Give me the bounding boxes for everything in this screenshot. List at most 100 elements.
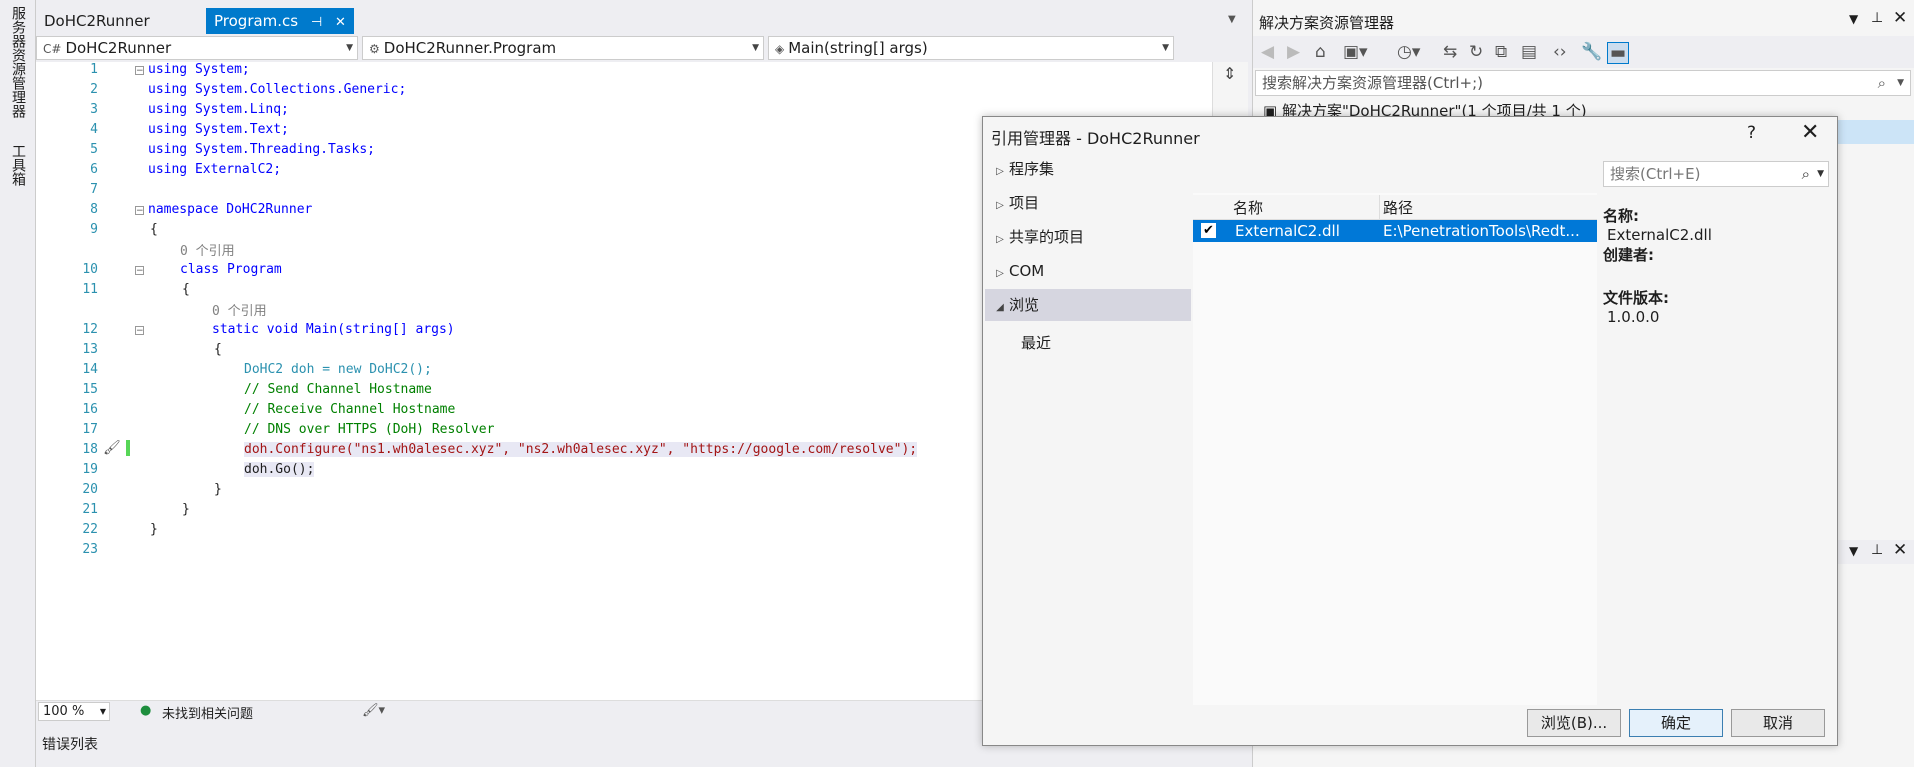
pin-icon[interactable]: ⊥: [1871, 10, 1883, 26]
line-number: 21: [82, 502, 98, 517]
project-dropdown[interactable]: C# DoHC2Runner ▼: [36, 36, 358, 60]
pending-changes-icon[interactable]: ◷▾: [1397, 42, 1420, 62]
nav-browse[interactable]: ◢ 浏览: [985, 289, 1191, 321]
brush-icon[interactable]: 🖌▾: [362, 703, 385, 718]
toolbox-tab[interactable]: 工具箱: [8, 144, 28, 186]
chevron-down-icon[interactable]: ▼: [1817, 162, 1824, 186]
reference-checkbox[interactable]: ✔: [1201, 223, 1216, 238]
collapse-icon: ◢: [996, 302, 1004, 313]
expand-icon: ▷: [996, 234, 1004, 245]
dialog-title: 引用管理器 - DoHC2Runner: [991, 129, 1200, 148]
collapse-all-icon[interactable]: ⧉: [1495, 42, 1507, 62]
server-explorer-tab[interactable]: 服务器资源管理器: [8, 6, 28, 118]
home-icon[interactable]: ⌂: [1315, 42, 1326, 62]
close-icon[interactable]: ✕: [1801, 120, 1819, 145]
code-line-2: using System.Collections.Generic;: [148, 82, 407, 97]
split-icon[interactable]: ⇕: [1223, 64, 1236, 83]
references-hint[interactable]: 0 个引用: [212, 300, 267, 319]
close-icon[interactable]: ✕: [335, 15, 346, 30]
tab-label: DoHC2Runner: [44, 12, 150, 30]
nav-shared-projects[interactable]: ▷ 共享的项目: [985, 221, 1191, 253]
column-path[interactable]: 路径: [1383, 197, 1413, 218]
chevron-down-icon: ▼: [99, 707, 106, 716]
solution-search-input[interactable]: 搜索解决方案资源管理器(Ctrl+;) ⌕ ▼: [1255, 70, 1911, 96]
reference-list-header: 名称 路径: [1193, 195, 1597, 220]
line-number: 5: [90, 142, 98, 157]
line-number: 7: [90, 182, 98, 197]
project-label: DoHC2Runner: [65, 39, 172, 57]
reference-list: 名称 路径 ✔ ExternalC2.dll E:\PenetrationToo…: [1193, 193, 1597, 705]
tab-label: Program.cs: [214, 12, 299, 30]
nav-label: 浏览: [1009, 296, 1040, 314]
line-number: 2: [90, 82, 98, 97]
tab-dohc2runner[interactable]: DoHC2Runner: [36, 8, 158, 34]
nav-projects[interactable]: ▷ 项目: [985, 187, 1191, 219]
collapse-icon[interactable]: −: [135, 66, 144, 76]
line-number: 19: [82, 462, 98, 477]
collapse-icon[interactable]: −: [135, 206, 144, 216]
chevron-down-icon[interactable]: ▼: [1897, 71, 1904, 95]
code-line-12: static void Main(string[] args): [212, 322, 455, 337]
pin-icon[interactable]: ⊣: [311, 15, 322, 30]
quick-action-icon[interactable]: 🖌: [103, 440, 121, 456]
line-number: 15: [82, 382, 98, 397]
changed-line-marker: [126, 440, 130, 456]
reference-row[interactable]: ✔ ExternalC2.dll E:\PenetrationTools\Red…: [1193, 220, 1597, 242]
collapse-icon[interactable]: −: [135, 326, 144, 336]
pin-icon[interactable]: ⊥: [1871, 542, 1883, 558]
zoom-dropdown[interactable]: 100 % ▼: [38, 702, 110, 721]
issues-status[interactable]: 未找到相关问题: [162, 703, 253, 722]
nav-com[interactable]: ▷ COM: [985, 255, 1191, 287]
column-name[interactable]: 名称: [1233, 197, 1263, 218]
line-number: 1: [90, 62, 98, 77]
ok-button[interactable]: 确定: [1629, 709, 1723, 737]
code-line-1: using System;: [148, 62, 250, 77]
reference-search-input[interactable]: 搜索(Ctrl+E) ⌕ ▼: [1603, 161, 1829, 187]
version-value: 1.0.0.0: [1607, 308, 1660, 326]
line-number: 8: [90, 202, 98, 217]
preview-icon[interactable]: ▬: [1607, 42, 1630, 64]
nav-label: 项目: [1009, 194, 1040, 212]
collapse-icon[interactable]: −: [135, 266, 144, 276]
properties-icon[interactable]: 🔧: [1581, 42, 1602, 62]
line-number: 22: [82, 522, 98, 537]
refresh-icon[interactable]: ↻: [1469, 42, 1483, 62]
line-number: 6: [90, 162, 98, 177]
show-all-files-icon[interactable]: ▤: [1521, 42, 1537, 62]
cancel-button[interactable]: 取消: [1731, 709, 1825, 737]
reference-details: 名称: ExternalC2.dll 创建者: 文件版本: 1.0.0.0: [1603, 205, 1712, 326]
class-dropdown[interactable]: ⚙ DoHC2Runner.Program ▼: [362, 36, 764, 60]
forward-icon[interactable]: ▶: [1287, 42, 1300, 62]
code-line-15: // Send Channel Hostname: [244, 382, 432, 397]
search-placeholder: 搜索(Ctrl+E): [1610, 165, 1701, 183]
browse-button[interactable]: 浏览(B)...: [1527, 709, 1621, 737]
nav-label: 共享的项目: [1009, 228, 1085, 246]
nav-label: 程序集: [1009, 160, 1055, 178]
help-button[interactable]: ?: [1747, 123, 1756, 143]
line-number: 3: [90, 102, 98, 117]
search-icon: ⌕: [1877, 74, 1886, 92]
view-code-icon[interactable]: ‹›: [1553, 42, 1567, 62]
member-dropdown[interactable]: ◈ Main(string[] args) ▼: [768, 36, 1174, 60]
reference-path: E:\PenetrationTools\Redt...: [1383, 222, 1580, 240]
class-icon: ⚙: [369, 42, 380, 56]
code-line-3: using System.Linq;: [148, 102, 289, 117]
tab-program-cs[interactable]: Program.cs ⊣ ✕: [206, 8, 354, 34]
references-hint[interactable]: 0 个引用: [180, 240, 235, 259]
dropdown-icon[interactable]: ▼: [1849, 544, 1858, 558]
nav-assemblies[interactable]: ▷ 程序集: [985, 153, 1191, 185]
close-icon[interactable]: ✕: [1893, 8, 1907, 28]
switch-view-icon[interactable]: ▣▾: [1343, 42, 1368, 62]
member-label: Main(string[] args): [788, 39, 928, 57]
line-number: 13: [82, 342, 98, 357]
class-label: DoHC2Runner.Program: [383, 39, 557, 57]
tab-overflow-icon[interactable]: ▼: [1228, 14, 1236, 25]
error-list-title[interactable]: 错误列表: [42, 734, 98, 754]
sync-icon[interactable]: ⇆: [1443, 42, 1457, 62]
back-icon[interactable]: ◀: [1261, 42, 1274, 62]
code-line-22: }: [150, 522, 158, 537]
dropdown-icon[interactable]: ▼: [1849, 12, 1858, 26]
zoom-value: 100 %: [43, 704, 85, 719]
chevron-down-icon: ▼: [1162, 43, 1169, 53]
close-icon[interactable]: ✕: [1893, 540, 1907, 560]
